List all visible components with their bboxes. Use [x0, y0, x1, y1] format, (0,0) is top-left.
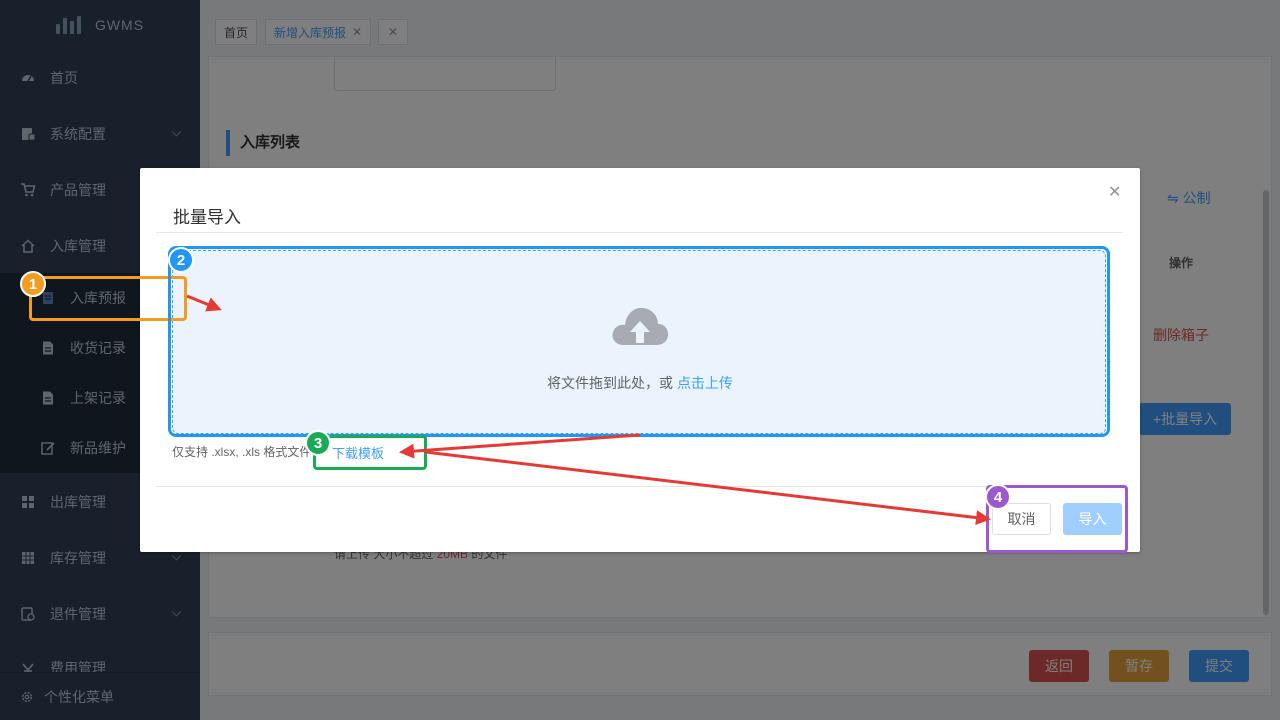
- annotation-badge-1: 1: [20, 271, 46, 297]
- arrow-3: [424, 450, 991, 526]
- annotation-badge-2: 2: [168, 247, 194, 273]
- annotation-arrows: [186, 294, 991, 526]
- annotation-badge-4: 4: [985, 484, 1011, 510]
- arrow-1: [186, 294, 222, 312]
- annotation-badge-3: 3: [305, 430, 331, 456]
- arrow-2: [399, 433, 641, 459]
